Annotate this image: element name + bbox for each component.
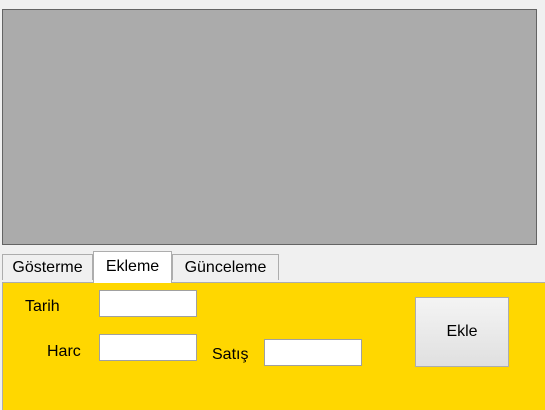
tab-gosterme[interactable]: Gösterme [2, 254, 93, 280]
satis-label: Satış [212, 346, 249, 363]
ekle-button[interactable]: Ekle [415, 297, 509, 367]
tarih-input[interactable] [99, 290, 197, 317]
tab-gunceleme[interactable]: Günceleme [172, 254, 279, 280]
data-grid[interactable] [2, 9, 537, 245]
harc-input[interactable] [99, 334, 197, 361]
tab-ekleme[interactable]: Ekleme [93, 251, 172, 283]
ekleme-panel: Tarih Harc Satış Ekle [2, 282, 545, 410]
harc-label: Harc [47, 343, 81, 360]
tarih-label: Tarih [25, 298, 60, 315]
satis-input[interactable] [264, 339, 362, 366]
